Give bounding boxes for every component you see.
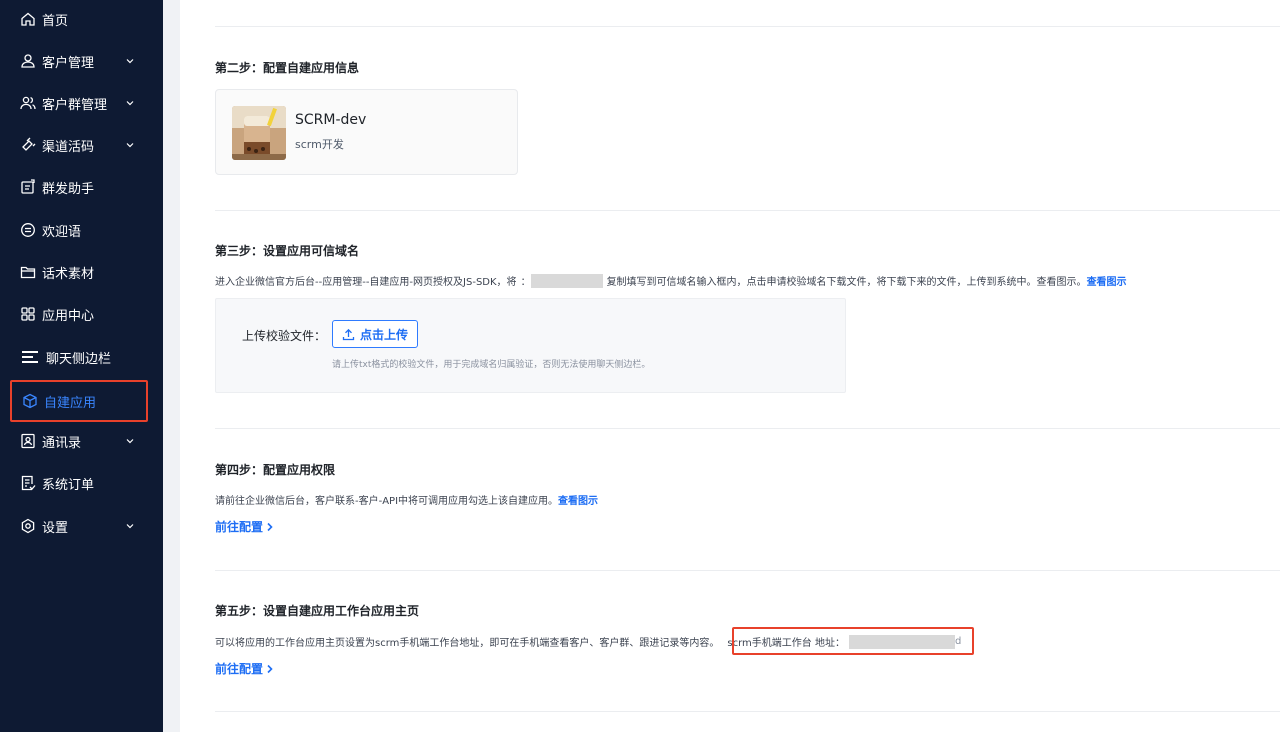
sidebar-item-label: 系统订单 xyxy=(42,477,95,493)
upload-panel: 上传校验文件： 点击上传 请上传txt格式的校验文件，用于完成域名归属验证，否则… xyxy=(215,298,846,393)
sidebar-item-custom-apps[interactable]: 自建应用 xyxy=(10,380,148,422)
cube-icon xyxy=(21,392,39,410)
sidebar-item-label: 欢迎语 xyxy=(42,224,82,240)
step4-title: 第四步：配置应用权限 xyxy=(215,463,336,477)
sidebar-item-label: 渠道活码 xyxy=(42,139,95,155)
step3-desc-prefix: 进入企业微信官方后台--应用管理--自建应用-网页授权及JS-SDK，将 xyxy=(215,277,517,288)
sidebar-item-label: 设置 xyxy=(42,520,69,536)
sidebar-item-chat-sidebar[interactable]: 聊天侧边栏 xyxy=(10,338,148,376)
qrcode-icon xyxy=(19,136,37,154)
view-diagram-link[interactable]: 查看图示 xyxy=(1087,273,1127,288)
sidebar-item-materials[interactable]: 话术素材 xyxy=(10,253,148,291)
section-divider xyxy=(215,26,1280,27)
step4-description: 请前往企业微信后台，客户联系-客户-API中将可调用应用勾选上该自建应用。 查看… xyxy=(215,492,598,507)
step3-title: 第三步：设置应用可信域名 xyxy=(215,244,360,258)
section-divider xyxy=(215,210,1280,211)
step2-title: 第二步：配置自建应用信息 xyxy=(215,61,360,75)
upload-button-label: 点击上传 xyxy=(359,327,408,342)
sidebar-item-label: 聊天侧边栏 xyxy=(46,351,112,367)
sidebar-item-app-center[interactable]: 应用中心 xyxy=(10,295,148,333)
app-name: SCRM-dev xyxy=(295,112,367,128)
home-icon xyxy=(19,10,37,28)
sidebar-item-label: 群发助手 xyxy=(42,181,95,197)
goto-config-label: 前往配置 xyxy=(215,662,264,676)
sidebar-item-label: 客户群管理 xyxy=(42,97,108,113)
highlight-box xyxy=(732,627,974,655)
chevron-right-icon xyxy=(267,664,273,673)
chevron-down-icon xyxy=(126,101,134,106)
app-card[interactable]: SCRM-dev scrm开发 xyxy=(215,89,518,175)
sidebar-item-orders[interactable]: 系统订单 xyxy=(10,464,148,502)
main-content: 第二步：配置自建应用信息 SCRM-dev scrm开发 第三步：设置应用可信域… xyxy=(180,0,1280,732)
sidebar-item-settings[interactable]: 设置 xyxy=(10,507,148,545)
sidebar-item-label: 首页 xyxy=(42,13,69,29)
view-diagram-link[interactable]: 查看图示 xyxy=(558,492,598,507)
upload-hint: 请上传txt格式的校验文件，用于完成域名归属验证，否则无法使用聊天侧边栏。 xyxy=(332,360,651,370)
goto-config-link[interactable]: 前往配置 xyxy=(215,518,274,535)
chevron-right-icon xyxy=(267,522,273,531)
sidebar-item-customers[interactable]: 客户管理 xyxy=(10,42,148,80)
step3-desc-suffix: 复制填写到可信域名输入框内，点击申请校验域名下载文件，将下载下来的文件，上传到系… xyxy=(606,277,1087,288)
step5-desc-text: 可以将应用的工作台应用主页设置为scrm手机端工作台地址，即可在手机端查看客户、… xyxy=(215,638,720,649)
sidebar: 首页 客户管理 客户群管理 渠道活码 群发助手 欢迎语 话术素材 应用中心 聊天… xyxy=(0,0,163,732)
goto-config-link[interactable]: 前往配置 xyxy=(215,660,274,677)
sidebar-item-label: 通讯录 xyxy=(42,435,82,451)
grid-icon xyxy=(19,305,37,323)
sidebar-item-label: 自建应用 xyxy=(44,395,97,411)
step5-title: 第五步：设置自建应用工作台应用主页 xyxy=(215,604,420,618)
upload-button[interactable]: 点击上传 xyxy=(332,320,418,348)
upload-label: 上传校验文件： xyxy=(242,329,327,343)
step3-desc-masked: ： xyxy=(520,277,531,288)
sidebar-item-channel-qrcode[interactable]: 渠道活码 xyxy=(10,126,148,164)
chevron-down-icon xyxy=(126,524,134,529)
sidebar-item-contacts[interactable]: 通讯录 xyxy=(10,422,148,460)
sidebar-item-label: 话术素材 xyxy=(42,266,95,282)
sidebar-item-label: 客户管理 xyxy=(42,55,95,71)
goto-config-label: 前往配置 xyxy=(215,520,264,534)
sidebar-item-home[interactable]: 首页 xyxy=(10,0,148,38)
folder-icon xyxy=(19,263,37,281)
broadcast-icon xyxy=(19,178,37,196)
sidebar-item-customer-groups[interactable]: 客户群管理 xyxy=(10,84,148,122)
order-icon xyxy=(19,474,37,492)
chevron-down-icon xyxy=(126,143,134,148)
app-thumbnail-image xyxy=(232,106,286,160)
chevron-down-icon xyxy=(126,439,134,444)
sidebar-icon xyxy=(19,348,41,366)
contacts-icon xyxy=(19,432,37,450)
chevron-down-icon xyxy=(126,59,134,64)
section-divider xyxy=(215,428,1280,429)
users-icon xyxy=(19,94,37,112)
section-divider xyxy=(215,711,1280,712)
upload-icon xyxy=(342,328,355,340)
app-description: scrm开发 xyxy=(295,138,344,151)
step3-description: 进入企业微信官方后台--应用管理--自建应用-网页授权及JS-SDK，将 ： 复… xyxy=(215,273,1127,288)
section-divider xyxy=(215,570,1280,571)
step4-desc-text: 请前往企业微信后台，客户联系-客户-API中将可调用应用勾选上该自建应用。 xyxy=(215,496,559,507)
sidebar-item-broadcast[interactable]: 群发助手 xyxy=(10,168,148,206)
sidebar-item-label: 应用中心 xyxy=(42,308,95,324)
message-icon xyxy=(19,221,37,239)
sidebar-item-welcome[interactable]: 欢迎语 xyxy=(10,211,148,249)
user-icon xyxy=(19,52,37,70)
content-gutter xyxy=(163,0,180,732)
redacted-domain xyxy=(530,273,603,288)
gear-icon xyxy=(19,517,37,535)
